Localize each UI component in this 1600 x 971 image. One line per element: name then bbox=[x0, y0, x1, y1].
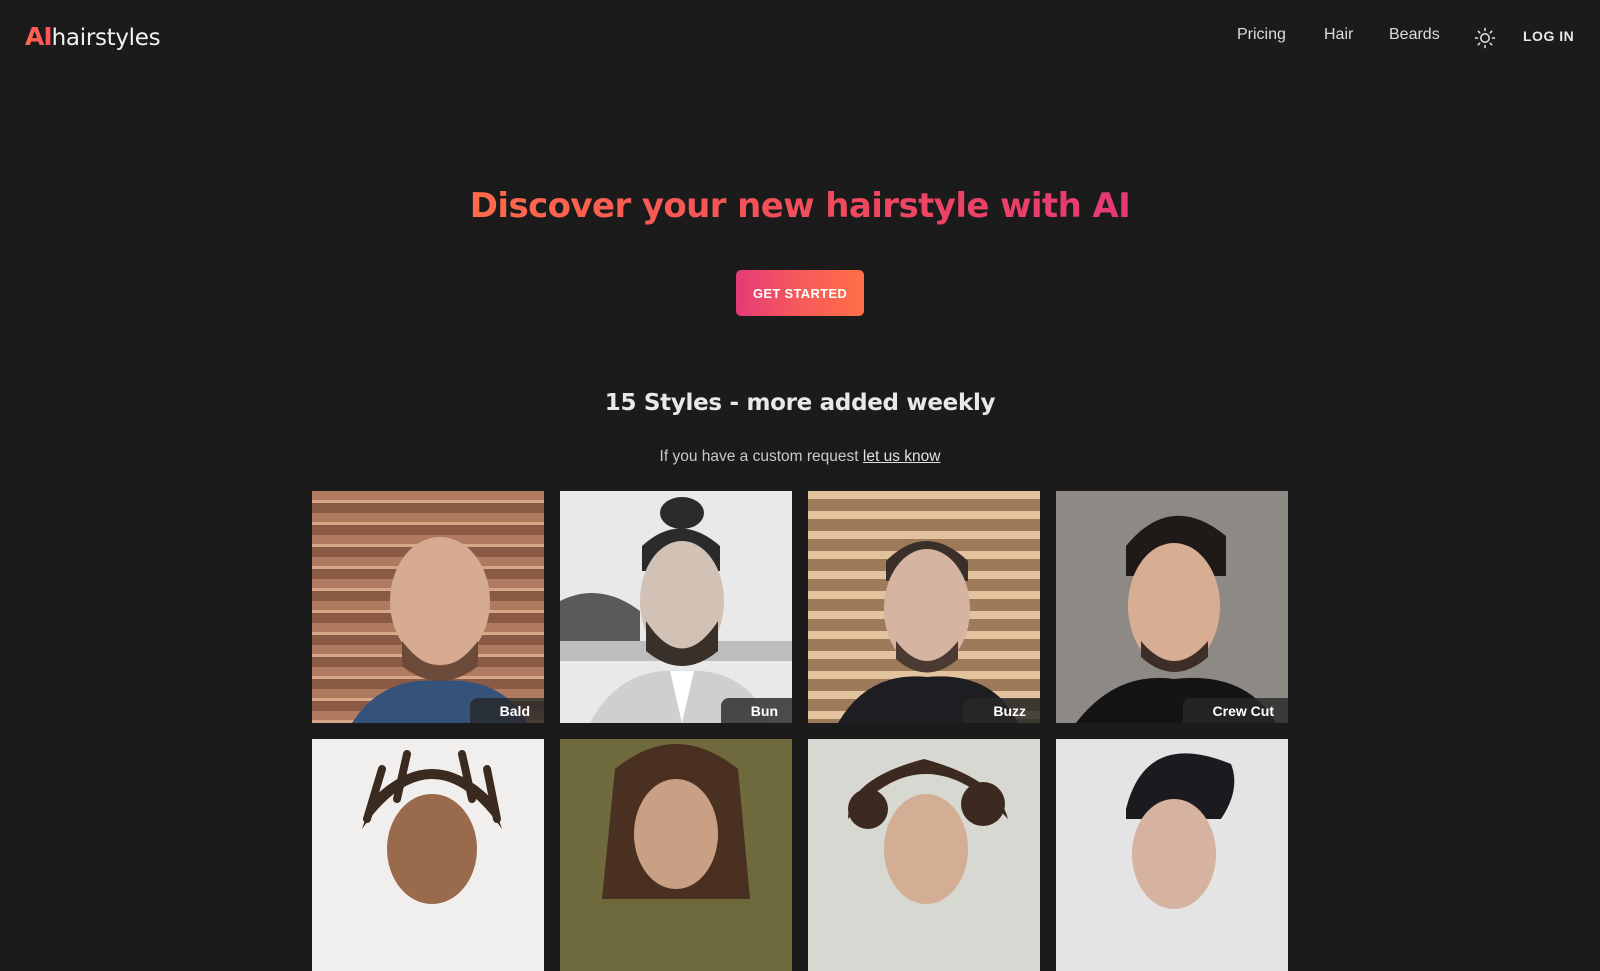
style-label: Bald bbox=[469, 698, 544, 723]
get-started-button[interactable]: GET STARTED bbox=[736, 270, 864, 316]
style-label: Bun bbox=[720, 698, 792, 723]
custom-request-prefix: If you have a custom request bbox=[659, 448, 859, 465]
crew-cut-style-photo bbox=[1056, 491, 1288, 723]
hairstyle-grid: Bald Bun Buzz Crew Cut bbox=[312, 491, 1288, 971]
custom-request-text: If you have a custom request let us know bbox=[0, 448, 1600, 466]
logo-hairstyles-text: hairstyles bbox=[51, 25, 161, 51]
logo-ai-text: AI bbox=[25, 22, 53, 51]
long-hair-style-photo bbox=[560, 739, 792, 971]
curly-hair-style-photo bbox=[808, 739, 1040, 971]
theme-toggle-button[interactable] bbox=[1474, 27, 1496, 49]
style-card-bald[interactable]: Bald bbox=[312, 491, 544, 723]
style-card-dreadlocks[interactable] bbox=[312, 739, 544, 971]
style-card-bun[interactable]: Bun bbox=[560, 491, 792, 723]
style-card-long-hair[interactable] bbox=[560, 739, 792, 971]
top-navbar: AI hairstyles Pricing Hair Beards LOG IN bbox=[0, 0, 1600, 76]
brand-logo[interactable]: AI hairstyles bbox=[25, 22, 161, 51]
style-card-curly-hair[interactable] bbox=[808, 739, 1040, 971]
bun-style-photo bbox=[560, 491, 792, 723]
nav-pricing-link[interactable]: Pricing bbox=[1237, 26, 1286, 44]
style-label: Buzz bbox=[963, 698, 1040, 723]
let-us-know-link[interactable]: let us know bbox=[863, 448, 941, 465]
styles-count-heading: 15 Styles - more added weekly bbox=[604, 390, 996, 416]
sun-icon bbox=[1474, 27, 1496, 49]
dreadlocks-style-photo bbox=[312, 739, 544, 971]
nav-hair-link[interactable]: Hair bbox=[1324, 26, 1353, 44]
nav-beards-link[interactable]: Beards bbox=[1389, 26, 1440, 44]
bald-style-photo bbox=[312, 491, 544, 723]
buzz-style-photo bbox=[808, 491, 1040, 723]
style-card-crew-cut[interactable]: Crew Cut bbox=[1056, 491, 1288, 723]
login-button[interactable]: LOG IN bbox=[1523, 28, 1574, 44]
pompadour-style-photo bbox=[1056, 739, 1288, 971]
style-card-pompadour[interactable] bbox=[1056, 739, 1288, 971]
hero-title-text: Discover your new hairstyle with AI bbox=[469, 186, 1131, 226]
style-card-buzz[interactable]: Buzz bbox=[808, 491, 1040, 723]
style-label: Crew Cut bbox=[1182, 698, 1288, 723]
hero-title: Discover your new hairstyle with AI bbox=[0, 186, 1600, 226]
